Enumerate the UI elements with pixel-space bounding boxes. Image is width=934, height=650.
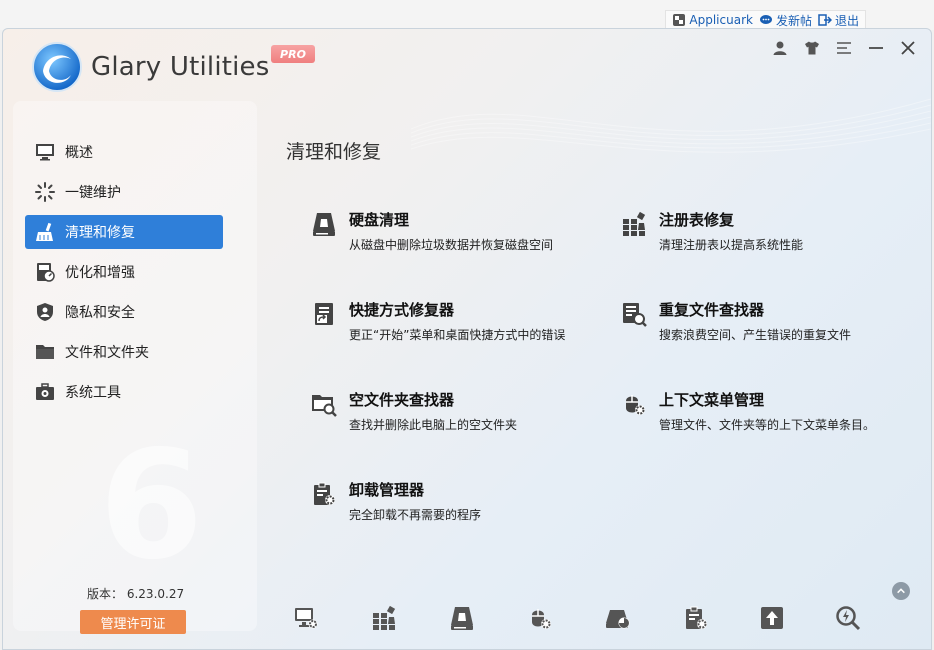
tool-title: 快捷方式修复器 bbox=[349, 301, 455, 319]
tool-desc: 查找并删除此电脑上的空文件夹 bbox=[349, 418, 518, 432]
sidebar-item-clean-repair[interactable]: 清理和修复 bbox=[25, 215, 223, 249]
monitor-icon bbox=[35, 142, 55, 162]
registry-icon[interactable] bbox=[371, 605, 397, 631]
uninstall-icon bbox=[311, 481, 337, 507]
shirt-icon[interactable] bbox=[803, 39, 821, 57]
manage-license-button[interactable]: 管理许可证 bbox=[80, 610, 186, 634]
sidebar: 6 概述 一键维护 清理和修复 优化和增强 隐私和安全 文件和文件夹 系统工具 bbox=[13, 101, 257, 631]
shield-icon bbox=[35, 302, 55, 322]
sidebar-item-label: 概述 bbox=[65, 145, 93, 161]
sidebar-nav: 概述 一键维护 清理和修复 优化和增强 隐私和安全 文件和文件夹 系统工具 bbox=[25, 135, 223, 415]
toolbox-icon bbox=[35, 382, 55, 402]
sidebar-item-privacy[interactable]: 隐私和安全 bbox=[25, 295, 223, 329]
tool-title: 上下文菜单管理 bbox=[659, 391, 765, 409]
mouse-icon[interactable] bbox=[527, 605, 553, 631]
registry-icon bbox=[621, 211, 647, 237]
tool-desc: 管理文件、文件夹等的上下文菜单条目。 bbox=[659, 418, 876, 432]
tool-context-menu-manager[interactable]: 上下文菜单管理 管理文件、文件夹等的上下文菜单条目。 bbox=[621, 389, 901, 439]
tool-registry-repair[interactable]: 注册表修复 清理注册表以提高系统性能 bbox=[621, 209, 901, 259]
tool-desc: 完全卸载不再需要的程序 bbox=[349, 508, 482, 522]
sparkle-icon bbox=[35, 182, 55, 202]
bottom-toolbar bbox=[293, 603, 931, 637]
version-text: 版本： 6.23.0.27 bbox=[87, 585, 184, 602]
version-number: 6.23.0.27 bbox=[126, 587, 185, 601]
sidebar-item-label: 系统工具 bbox=[65, 385, 121, 401]
app-logo: Glary Utilities bbox=[31, 41, 270, 93]
tool-title: 空文件夹查找器 bbox=[349, 391, 455, 409]
user-icon[interactable] bbox=[771, 39, 789, 57]
tool-disk-cleaner[interactable]: 硬盘清理 从磁盘中删除垃圾数据并恢复磁盘空间 bbox=[311, 209, 591, 259]
speedometer-icon bbox=[35, 262, 55, 282]
duplicate-file-icon bbox=[621, 301, 647, 327]
close-icon[interactable] bbox=[899, 39, 917, 57]
chat-icon bbox=[759, 15, 772, 24]
tool-shortcut-fixer[interactable]: 快捷方式修复器 更正“开始”菜单和桌面快捷方式中的错误 bbox=[311, 299, 591, 349]
host-logout-label: 退出 bbox=[834, 13, 859, 28]
uninstall-icon[interactable] bbox=[683, 605, 709, 631]
sidebar-item-one-click[interactable]: 一键维护 bbox=[25, 175, 223, 209]
tool-title: 卸载管理器 bbox=[349, 481, 425, 499]
menu-icon[interactable] bbox=[835, 39, 853, 57]
tool-title: 注册表修复 bbox=[659, 211, 735, 229]
pro-badge: PRO bbox=[271, 45, 315, 63]
host-post-label: 发新帖 bbox=[775, 13, 812, 28]
host-user-name: Applicuark bbox=[689, 13, 753, 27]
window-controls bbox=[771, 39, 917, 57]
sidebar-item-label: 隐私和安全 bbox=[65, 305, 135, 321]
disk-chart-icon[interactable] bbox=[605, 605, 631, 631]
sidebar-item-label: 一键维护 bbox=[65, 185, 121, 201]
sidebar-item-label: 优化和增强 bbox=[65, 265, 135, 281]
folder-icon bbox=[35, 342, 55, 362]
monitor-gear-icon[interactable] bbox=[293, 605, 319, 631]
search-bolt-icon[interactable] bbox=[835, 605, 861, 631]
sidebar-item-label: 文件和文件夹 bbox=[65, 345, 149, 361]
tool-empty-folder-finder[interactable]: 空文件夹查找器 查找并删除此电脑上的空文件夹 bbox=[311, 389, 591, 439]
tool-desc: 更正“开始”菜单和桌面快捷方式中的错误 bbox=[349, 328, 566, 342]
page-title: 清理和修复 bbox=[286, 141, 382, 163]
host-links: Applicuark 发新帖 退出 bbox=[665, 10, 866, 29]
chevron-up-icon bbox=[897, 588, 905, 594]
tool-desc: 清理注册表以提高系统性能 bbox=[659, 238, 804, 252]
app-window: Glary Utilities PRO 6 概述 一键维护 清理和修复 优化和增… bbox=[2, 28, 932, 650]
disk-cleaner-icon bbox=[311, 211, 337, 237]
sidebar-item-files[interactable]: 文件和文件夹 bbox=[25, 335, 223, 369]
sidebar-item-system-tools[interactable]: 系统工具 bbox=[25, 375, 223, 409]
host-logout-link[interactable]: 退出 bbox=[818, 12, 859, 29]
sidebar-item-label: 清理和修复 bbox=[65, 225, 135, 241]
sidebar-item-overview[interactable]: 概述 bbox=[25, 135, 223, 169]
version-watermark: 6 bbox=[99, 419, 204, 593]
version-label: 版本： bbox=[87, 587, 124, 601]
tool-title: 硬盘清理 bbox=[349, 211, 410, 229]
host-user-link[interactable]: Applicuark bbox=[672, 13, 753, 27]
shortcut-icon bbox=[311, 301, 337, 327]
scroll-up-button[interactable] bbox=[892, 582, 910, 600]
app-name: Glary Utilities bbox=[91, 52, 270, 82]
tool-desc: 从磁盘中删除垃圾数据并恢复磁盘空间 bbox=[349, 238, 554, 252]
mouse-icon bbox=[621, 391, 647, 417]
tool-uninstall-manager[interactable]: 卸载管理器 完全卸载不再需要的程序 bbox=[311, 479, 591, 529]
tool-desc: 搜索浪费空间、产生错误的重复文件 bbox=[659, 328, 852, 342]
empty-folder-icon bbox=[311, 391, 337, 417]
user-avatar-icon bbox=[673, 14, 686, 26]
disk-cleaner-icon[interactable] bbox=[449, 605, 475, 631]
sidebar-item-optimize[interactable]: 优化和增强 bbox=[25, 255, 223, 289]
logout-icon bbox=[818, 14, 832, 26]
upload-icon[interactable] bbox=[759, 605, 785, 631]
tool-duplicate-finder[interactable]: 重复文件查找器 搜索浪费空间、产生错误的重复文件 bbox=[621, 299, 901, 349]
minimize-icon[interactable] bbox=[867, 39, 885, 57]
decorative-wave bbox=[411, 98, 931, 153]
glary-logo-icon bbox=[32, 42, 82, 92]
host-post-link[interactable]: 发新帖 bbox=[759, 12, 812, 29]
tool-title: 重复文件查找器 bbox=[659, 301, 765, 319]
broom-icon bbox=[35, 222, 55, 242]
